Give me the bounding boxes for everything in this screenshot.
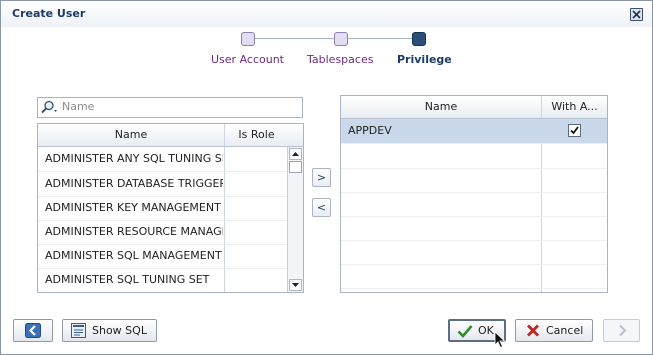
empty-row (341, 192, 607, 217)
train-label-user-account[interactable]: User Account (211, 53, 284, 66)
table-row[interactable]: ADMINISTER KEY MANAGEMENT (38, 196, 288, 221)
train-stop-user-account[interactable] (241, 32, 255, 46)
privilege-name: ADMINISTER DATABASE TRIGGER (45, 177, 223, 190)
dialog-title: Create User (12, 7, 86, 20)
cancel-button[interactable]: Cancel (515, 319, 593, 342)
privilege-name: ADMINISTER RESOURCE MANAGER (45, 225, 223, 238)
selected-privileges-table: Name With A... APPDEV (340, 95, 608, 293)
train-stop-privilege (412, 32, 426, 46)
train-label-tablespaces[interactable]: Tablespaces (307, 53, 373, 66)
train-connector (253, 38, 335, 39)
scroll-down-arrow-icon[interactable] (289, 279, 302, 291)
cancel-label: Cancel (546, 324, 584, 337)
ok-label: OK (478, 324, 494, 337)
table-row[interactable]: ADMINISTER RESOURCE MANAGER (38, 220, 288, 245)
scroll-thumb[interactable] (289, 161, 302, 173)
checkmark-icon (457, 324, 473, 341)
back-button[interactable] (13, 319, 53, 342)
show-sql-button[interactable]: Show SQL (62, 319, 157, 342)
create-user-dialog: Create User User Account Tablespaces Pri… (0, 0, 653, 355)
table-header: Name Is Role (38, 124, 303, 147)
vertical-scrollbar[interactable] (287, 147, 303, 292)
next-arrow-icon (616, 323, 630, 341)
table-row[interactable]: ADMINISTER SQL TUNING SET (38, 268, 288, 292)
sql-document-icon (71, 323, 86, 341)
available-privileges-table: Name Is Role ADMINISTER ANY SQL TUNING S… (37, 123, 304, 293)
search-field[interactable] (37, 97, 303, 118)
table-row[interactable]: ADMINISTER ANY SQL TUNING SET (38, 147, 288, 172)
search-input[interactable] (62, 99, 298, 114)
column-header-is-role[interactable]: Is Role (225, 124, 288, 146)
column-header-name[interactable]: Name (341, 96, 541, 118)
table-row[interactable]: ADMINISTER SQL MANAGEMENT OBJECT (38, 244, 288, 269)
privilege-name: ADMINISTER KEY MANAGEMENT (45, 201, 221, 214)
train-stop-tablespaces[interactable] (334, 32, 348, 46)
empty-row (341, 168, 607, 193)
train-connector (347, 38, 413, 39)
back-arrow-icon (25, 323, 41, 341)
next-button[interactable] (603, 319, 640, 342)
show-sql-label: Show SQL (92, 324, 147, 337)
empty-row (341, 264, 607, 289)
scroll-up-arrow-icon[interactable] (289, 148, 302, 160)
mouse-pointer-icon (494, 331, 506, 352)
empty-row (341, 216, 607, 241)
privilege-name: APPDEV (348, 124, 392, 137)
table-row[interactable]: APPDEV (341, 119, 607, 144)
search-icon[interactable] (40, 100, 60, 117)
empty-row (341, 240, 607, 265)
move-right-button[interactable]: > (312, 168, 331, 187)
column-header-with-admin[interactable]: With A... (542, 96, 607, 118)
privilege-name: ADMINISTER SQL TUNING SET (45, 273, 210, 286)
with-admin-checkbox[interactable] (568, 124, 581, 137)
table-row[interactable]: ADMINISTER DATABASE TRIGGER (38, 172, 288, 197)
column-header-name[interactable]: Name (38, 124, 224, 146)
cancel-x-icon (526, 324, 540, 340)
privilege-name: ADMINISTER SQL MANAGEMENT OBJECT (45, 249, 223, 262)
train-label-privilege: Privilege (397, 53, 452, 66)
move-left-button[interactable]: < (312, 198, 331, 217)
title-bar: Create User (1, 1, 652, 27)
privilege-name: ADMINISTER ANY SQL TUNING SET (45, 152, 223, 165)
ok-button[interactable]: OK (448, 319, 506, 349)
empty-row (341, 144, 607, 169)
table-header: Name With A... (341, 96, 607, 119)
close-icon[interactable] (630, 8, 643, 21)
